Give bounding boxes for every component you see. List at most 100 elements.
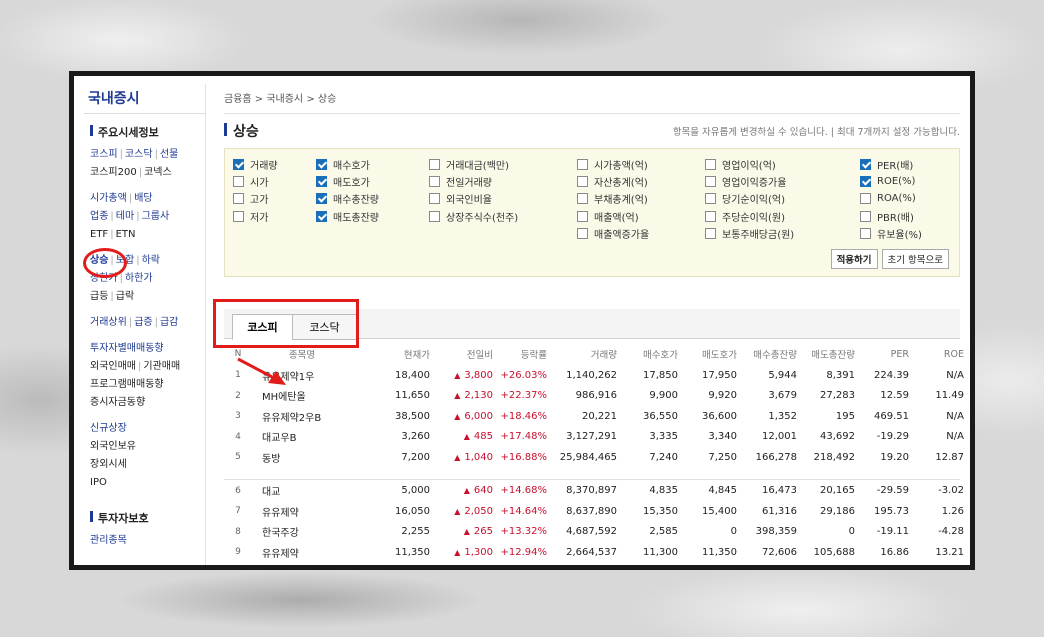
option-checkbox-item[interactable]: 매도총잔량 [316, 208, 429, 225]
sidebar-link-kosdaq[interactable]: 코스닥 [125, 149, 153, 160]
checkbox-unchecked[interactable] [233, 176, 244, 188]
column-header[interactable]: 매수총잔량 [737, 347, 797, 361]
column-header[interactable]: 매도총잔량 [797, 347, 855, 361]
checkbox-unchecked[interactable] [429, 193, 440, 205]
sidebar-link-foreign-holding[interactable]: 외국인보유 [90, 438, 205, 456]
sidebar-link-market-cap[interactable]: 시가총액 [90, 193, 127, 204]
sidebar-link-surge[interactable]: 급등 [90, 291, 108, 302]
checkbox-unchecked[interactable] [577, 210, 588, 222]
checkbox-unchecked[interactable] [429, 159, 440, 171]
sidebar-link-sector[interactable]: 업종 [90, 211, 108, 222]
sidebar-link-konex[interactable]: 코넥스 [144, 167, 172, 178]
sidebar-link-otc[interactable]: 장외시세 [90, 456, 205, 474]
checkbox-checked[interactable] [233, 159, 244, 171]
checkbox-unchecked[interactable] [705, 210, 716, 222]
checkbox-unchecked[interactable] [705, 176, 716, 188]
option-checkbox-item[interactable]: 영업이익증가율 [705, 173, 860, 190]
option-checkbox-item[interactable]: 매수호가 [316, 156, 429, 173]
option-checkbox-item[interactable]: 매도호가 [316, 173, 429, 190]
column-header[interactable]: 전일비 [430, 347, 493, 361]
checkbox-unchecked[interactable] [429, 210, 440, 222]
checkbox-unchecked[interactable] [233, 193, 244, 205]
option-checkbox-item[interactable]: 자산총계(억) [577, 173, 705, 190]
stock-name-link[interactable]: 한국주강 [252, 524, 352, 539]
sidebar-link-kospi[interactable]: 코스피 [90, 149, 118, 160]
sidebar-link-investor-trend[interactable]: 투자자별매매동향 [90, 340, 205, 358]
sidebar-link-etn[interactable]: ETN [116, 229, 136, 240]
checkbox-unchecked[interactable] [705, 227, 716, 239]
reset-button[interactable]: 초기 항목으로 [881, 249, 949, 269]
sidebar-link-ipo[interactable]: IPO [90, 474, 205, 492]
option-checkbox-item[interactable]: PBR(배) [860, 208, 950, 225]
option-checkbox-item[interactable]: 부채총계(억) [577, 190, 705, 207]
option-checkbox-item[interactable]: ROA(%) [860, 190, 950, 207]
option-checkbox-item[interactable]: 시가총액(억) [577, 156, 705, 173]
column-header[interactable]: 매수호가 [617, 347, 678, 361]
option-checkbox-item[interactable]: 전일거래량 [429, 173, 577, 190]
option-checkbox-item[interactable]: 영업이익(억) [705, 156, 860, 173]
column-header[interactable]: 매도호가 [678, 347, 737, 361]
sidebar-link-kospi200[interactable]: 코스피200 [90, 167, 137, 178]
option-checkbox-item[interactable]: 거래량 [233, 156, 316, 173]
checkbox-unchecked[interactable] [233, 210, 244, 222]
checkbox-unchecked[interactable] [577, 193, 588, 205]
column-header[interactable]: 거래량 [547, 347, 617, 361]
checkbox-unchecked[interactable] [860, 193, 871, 205]
checkbox-checked[interactable] [316, 176, 327, 188]
checkbox-checked[interactable] [860, 176, 871, 188]
sidebar-link-top-volume[interactable]: 거래상위 [90, 317, 127, 328]
option-checkbox-item[interactable]: 거래대금(백만) [429, 156, 577, 173]
stock-name-link[interactable]: 유유제약 [252, 545, 352, 560]
column-header[interactable]: 현재가 [352, 347, 430, 361]
sidebar-link-rise[interactable]: 상승 [82, 248, 128, 278]
checkbox-checked[interactable] [316, 159, 327, 171]
sidebar-link-new-listing[interactable]: 신규상장 [90, 420, 205, 438]
sidebar-link-managed-stock[interactable]: 관리종목 [90, 532, 205, 550]
sidebar-link-fall[interactable]: 하락 [142, 255, 160, 266]
option-checkbox-item[interactable]: 고가 [233, 190, 316, 207]
sidebar-link-institution-trade[interactable]: 기관매매 [143, 361, 180, 372]
checkbox-checked[interactable] [860, 159, 871, 171]
checkbox-unchecked[interactable] [705, 193, 716, 205]
option-checkbox-item[interactable]: 보통주배당금(원) [705, 225, 860, 242]
stock-name-link[interactable]: 동방 [252, 450, 352, 465]
sidebar-title[interactable]: 국내증시 [84, 84, 205, 114]
checkbox-unchecked[interactable] [429, 176, 440, 188]
sidebar-link-futures[interactable]: 선물 [160, 149, 178, 160]
option-checkbox-item[interactable]: 유보율(%) [860, 225, 950, 242]
option-checkbox-item[interactable]: 매출액증가율 [577, 225, 705, 242]
option-checkbox-item[interactable]: PER(배) [860, 156, 950, 173]
sidebar-link-plunge[interactable]: 급락 [116, 291, 134, 302]
option-checkbox-item[interactable]: 외국인비율 [429, 190, 577, 207]
sidebar-link-dividend[interactable]: 배당 [134, 193, 152, 204]
sidebar-link-foreign-trade[interactable]: 외국인매매 [90, 361, 136, 372]
stock-name-link[interactable]: 유유제약2우B [252, 409, 352, 424]
stock-name-link[interactable]: 유유제약 [252, 504, 352, 519]
sidebar-link-fund-trend[interactable]: 증시자금동향 [90, 394, 205, 412]
checkbox-unchecked[interactable] [705, 159, 716, 171]
option-checkbox-item[interactable]: 매수총잔량 [316, 190, 429, 207]
stock-name-link[interactable]: MH에탄올 [252, 388, 352, 403]
checkbox-unchecked[interactable] [860, 227, 871, 239]
checkbox-unchecked[interactable] [577, 227, 588, 239]
sidebar-link-lower-limit[interactable]: 하한가 [125, 273, 153, 284]
option-checkbox-item[interactable]: 시가 [233, 173, 316, 190]
checkbox-checked[interactable] [316, 193, 327, 205]
sidebar-link-theme[interactable]: 테마 [116, 211, 134, 222]
checkbox-unchecked[interactable] [577, 176, 588, 188]
option-checkbox-item[interactable]: 당기순이익(억) [705, 190, 860, 207]
checkbox-unchecked[interactable] [577, 159, 588, 171]
sidebar-link-group[interactable]: 그룹사 [142, 211, 170, 222]
sidebar-link-volume-up[interactable]: 급증 [134, 317, 152, 328]
option-checkbox-item[interactable]: 상장주식수(천주) [429, 208, 577, 225]
stock-name-link[interactable]: 대교 [252, 483, 352, 498]
column-header[interactable]: ROE [909, 349, 964, 360]
checkbox-unchecked[interactable] [860, 210, 871, 222]
column-header[interactable]: 등락률 [493, 347, 547, 361]
apply-button[interactable]: 적용하기 [830, 249, 878, 269]
option-checkbox-item[interactable]: 주당순이익(원) [705, 208, 860, 225]
sidebar-link-etf[interactable]: ETF [90, 229, 108, 240]
option-checkbox-item[interactable]: ROE(%) [860, 173, 950, 190]
stock-name-link[interactable]: 대교우B [252, 429, 352, 444]
column-header[interactable]: PER [855, 349, 909, 360]
